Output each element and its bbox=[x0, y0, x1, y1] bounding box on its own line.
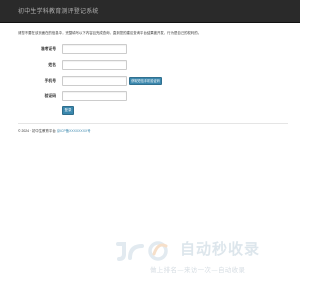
form-row-exam-id: 准考证号 bbox=[0, 44, 300, 55]
form-row-name: 姓名 bbox=[0, 60, 300, 71]
watermark-title: 自动秒收录 bbox=[180, 240, 261, 258]
form-row-captcha: 验证码 bbox=[0, 91, 300, 102]
name-input[interactable] bbox=[62, 60, 127, 70]
get-sms-code-button[interactable]: 获取短信手机验证码 bbox=[129, 77, 162, 85]
captcha-input[interactable] bbox=[62, 91, 127, 101]
form-row-phone: 手机号 获取短信手机验证码 bbox=[0, 76, 300, 87]
watermark-banner: 自动秒收录 做上排名—来访一次—自动收录 bbox=[0, 238, 300, 278]
exam-id-label: 准考证号 bbox=[40, 46, 56, 51]
footer: © 2024 · 初中生教育平台 京ICP备XXXXXXXX号 bbox=[18, 128, 91, 133]
site-brand[interactable]: 初中生学科教育测评登记系统 bbox=[18, 6, 99, 15]
icp-license-link[interactable]: 京ICP备XXXXXXXX号 bbox=[57, 129, 91, 133]
footer-divider bbox=[18, 123, 288, 124]
notice-text: 请您不要在该页面在的信息中，完整填写以下内容且完成查询，直到您的建议查询平台结果… bbox=[18, 31, 202, 35]
captcha-label: 验证码 bbox=[44, 93, 56, 98]
name-label: 姓名 bbox=[48, 62, 56, 67]
phone-label: 手机号 bbox=[44, 78, 56, 83]
submit-button[interactable]: 登录 bbox=[62, 106, 74, 115]
exam-id-input[interactable] bbox=[62, 44, 127, 54]
top-navbar: 初中生学科教育测评登记系统 bbox=[0, 0, 300, 23]
footer-copyright: © 2024 · 初中生教育平台 bbox=[18, 129, 56, 133]
watermark-logo-icon bbox=[116, 241, 168, 261]
watermark-tagline: 做上排名—来访一次—自动收录 bbox=[150, 266, 246, 274]
phone-input[interactable] bbox=[62, 76, 127, 86]
